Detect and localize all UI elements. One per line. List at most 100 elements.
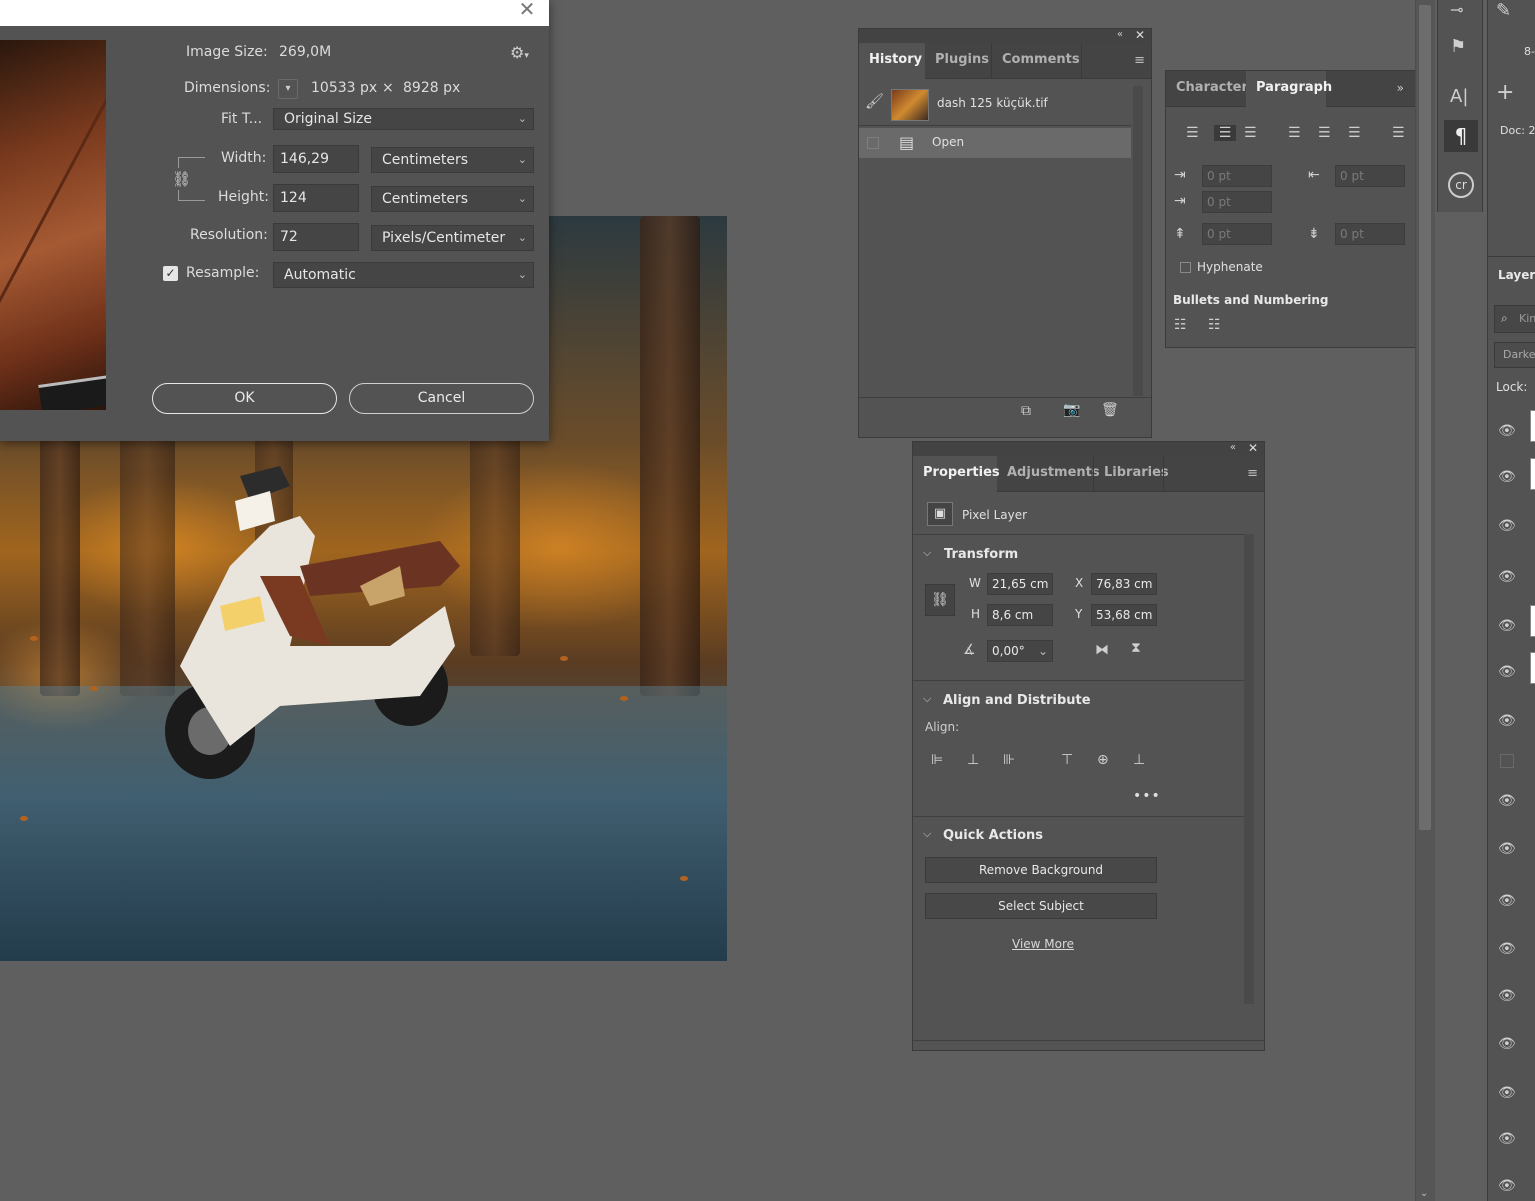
- tab-libraries[interactable]: Libraries: [1094, 456, 1179, 492]
- tab-properties[interactable]: Properties: [913, 456, 1000, 492]
- dialog-titlebar[interactable]: ✕: [0, 0, 549, 26]
- align-horizontal-centers-icon[interactable]: ⊥: [967, 752, 979, 768]
- history-scrollbar[interactable]: [1133, 86, 1143, 396]
- dimensions-unit-dropdown-icon[interactable]: ▾: [278, 79, 298, 99]
- history-state-row[interactable]: ▤ Open: [859, 128, 1131, 158]
- chevron-down-icon[interactable]: ⌵: [923, 827, 931, 841]
- ok-button[interactable]: OK: [152, 383, 337, 414]
- flip-horizontal-icon[interactable]: ⧓: [1095, 642, 1109, 658]
- eye-icon[interactable]: 👁: [1498, 714, 1516, 728]
- eye-icon[interactable]: 👁: [1498, 942, 1516, 956]
- indent-right-input[interactable]: 0 pt: [1335, 165, 1405, 187]
- align-right-edges-icon[interactable]: ⊪: [1003, 752, 1015, 768]
- close-panel-icon[interactable]: ✕: [1135, 28, 1145, 42]
- x-input[interactable]: 76,83 cm: [1091, 573, 1157, 595]
- resolution-input[interactable]: 72: [273, 223, 359, 251]
- y-input[interactable]: 53,68 cm: [1091, 604, 1157, 626]
- select-subject-button[interactable]: Select Subject: [925, 893, 1157, 919]
- settings-gear-icon[interactable]: ⚙▾: [510, 43, 529, 62]
- panel-menu-icon[interactable]: ≡: [1134, 53, 1145, 68]
- panel-header-strip[interactable]: « ✕: [913, 441, 1264, 456]
- panel-menu-icon[interactable]: ≡: [1247, 466, 1258, 481]
- tab-comments[interactable]: Comments: [992, 43, 1090, 79]
- numbered-list-icon[interactable]: ☷: [1208, 317, 1221, 333]
- tab-history[interactable]: History: [859, 43, 925, 79]
- blend-mode-select[interactable]: Darke: [1494, 342, 1535, 368]
- hyphenate-checkbox[interactable]: [1180, 262, 1191, 273]
- align-top-edges-icon[interactable]: ⊤: [1061, 752, 1073, 768]
- width-input[interactable]: 146,29: [273, 145, 359, 173]
- space-before-input[interactable]: 0 pt: [1202, 223, 1272, 245]
- eye-icon[interactable]: 👁: [1498, 989, 1516, 1003]
- history-brush-icon[interactable]: 🖌: [865, 92, 884, 110]
- resolution-unit-select[interactable]: Pixels/Centimeter ⌄: [371, 225, 534, 251]
- justify-last-right-icon[interactable]: ☰: [1348, 125, 1361, 141]
- collapse-panel-icon[interactable]: «: [1117, 29, 1123, 40]
- workspace-vertical-scrollbar[interactable]: ⌄: [1415, 0, 1435, 1201]
- eye-icon[interactable]: 👁: [1498, 470, 1516, 484]
- eye-icon[interactable]: 👁: [1498, 1037, 1516, 1051]
- tab-character[interactable]: Character: [1166, 71, 1248, 107]
- eye-icon[interactable]: 👁: [1498, 424, 1516, 438]
- align-left-edges-icon[interactable]: ⊫: [931, 752, 943, 768]
- width-unit-select[interactable]: Centimeters ⌄: [371, 147, 534, 173]
- tab-paragraph[interactable]: Paragraph: [1246, 71, 1332, 107]
- resample-select[interactable]: Automatic ⌄: [273, 262, 534, 288]
- camera-snapshot-icon[interactable]: 📷: [1063, 402, 1080, 418]
- history-source-box[interactable]: [867, 137, 879, 149]
- align-bottom-edges-icon[interactable]: ⊥: [1133, 752, 1145, 768]
- height-input[interactable]: 124: [273, 184, 359, 212]
- trash-icon[interactable]: 🗑: [1101, 402, 1119, 418]
- h-input[interactable]: 8,6 cm: [987, 604, 1053, 626]
- view-more-link[interactable]: View More: [1012, 937, 1074, 951]
- eye-icon[interactable]: 👁: [1498, 1132, 1516, 1146]
- align-center-icon[interactable]: ☰: [1214, 125, 1236, 141]
- layer-filter-search[interactable]: ⌕ Kin: [1494, 305, 1535, 333]
- clone-source-icon[interactable]: ⚑: [1450, 36, 1466, 57]
- align-left-icon[interactable]: ☰: [1186, 125, 1199, 141]
- eye-icon[interactable]: 👁: [1498, 1179, 1516, 1193]
- eye-icon[interactable]: 👁: [1498, 842, 1516, 856]
- fit-to-select[interactable]: Original Size ⌄: [273, 108, 534, 130]
- w-input[interactable]: 21,65 cm: [987, 573, 1053, 595]
- justify-last-left-icon[interactable]: ☰: [1288, 125, 1301, 141]
- eye-icon[interactable]: 👁: [1498, 1086, 1516, 1100]
- link-dimensions-icon[interactable]: ⛓: [925, 584, 955, 616]
- eye-icon[interactable]: 👁: [1498, 570, 1516, 584]
- image-preview[interactable]: [0, 40, 106, 410]
- bulleted-list-icon[interactable]: ☷: [1174, 317, 1187, 333]
- character-panel-icon[interactable]: A|: [1450, 86, 1468, 107]
- justify-last-center-icon[interactable]: ☰: [1318, 125, 1331, 141]
- close-icon[interactable]: ✕: [517, 0, 537, 22]
- layers-tab[interactable]: Layers: [1498, 268, 1535, 282]
- indent-left-input[interactable]: 0 pt: [1202, 165, 1272, 187]
- history-snapshot-row[interactable]: 🖌 dash 125 küçük.tif: [859, 80, 1131, 126]
- eye-icon[interactable]: 👁: [1498, 665, 1516, 679]
- eye-icon[interactable]: 👁: [1498, 894, 1516, 908]
- resample-checkbox[interactable]: ✓: [163, 266, 178, 281]
- space-after-input[interactable]: 0 pt: [1335, 223, 1405, 245]
- properties-scrollbar[interactable]: [1244, 534, 1254, 1004]
- height-unit-select[interactable]: Centimeters ⌄: [371, 186, 534, 212]
- plus-crosshair-icon[interactable]: +: [1496, 80, 1514, 105]
- more-options-icon[interactable]: •••: [1133, 788, 1161, 804]
- align-right-icon[interactable]: ☰: [1244, 125, 1257, 141]
- brush-settings-icon[interactable]: ⊸: [1450, 0, 1463, 19]
- tab-plugins[interactable]: Plugins: [925, 43, 999, 79]
- collapse-panel-icon[interactable]: «: [1230, 442, 1236, 453]
- hidden-layer-visibility-box[interactable]: [1500, 754, 1514, 768]
- chevron-down-icon[interactable]: ⌵: [923, 692, 931, 706]
- justify-all-icon[interactable]: ☰: [1392, 125, 1405, 141]
- paragraph-panel-icon[interactable]: ¶: [1444, 120, 1478, 152]
- remove-background-button[interactable]: Remove Background: [925, 857, 1157, 883]
- scroll-down-arrow-icon[interactable]: ⌄: [1420, 1188, 1428, 1199]
- chevron-down-icon[interactable]: ⌵: [923, 546, 931, 560]
- new-document-from-state-icon[interactable]: ⧉: [1021, 403, 1031, 419]
- close-panel-icon[interactable]: ✕: [1248, 441, 1258, 455]
- eye-icon[interactable]: 👁: [1498, 794, 1516, 808]
- align-vertical-centers-icon[interactable]: ⊕: [1097, 752, 1109, 768]
- expand-panel-icon[interactable]: »: [1397, 81, 1404, 95]
- panel-resize-grip[interactable]: [913, 1040, 1264, 1050]
- constrain-proportions-link-icon[interactable]: ⛓: [172, 168, 191, 190]
- eye-icon[interactable]: 👁: [1498, 519, 1516, 533]
